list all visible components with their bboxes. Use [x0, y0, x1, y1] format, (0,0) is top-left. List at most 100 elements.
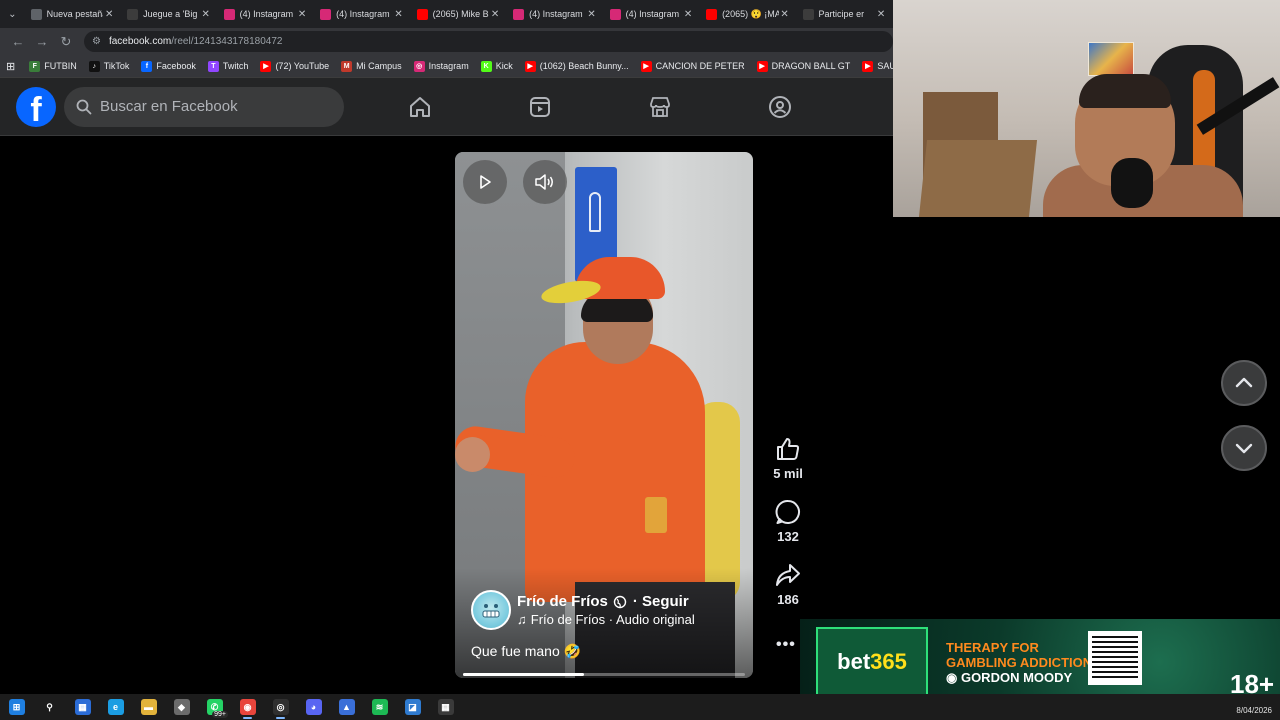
webcam-overlay — [893, 0, 1280, 217]
taskbar-button[interactable]: ▦ — [66, 694, 99, 720]
facebook-header: f — [0, 78, 999, 136]
close-tab-icon[interactable]: ✕ — [586, 9, 598, 20]
facebook-logo[interactable]: f — [16, 86, 56, 127]
taskbar-button[interactable]: ◉ — [231, 694, 264, 720]
follow-button[interactable]: · Seguir — [633, 593, 689, 610]
avatar[interactable] — [471, 590, 511, 630]
taskbar-button[interactable]: ≋ — [363, 694, 396, 720]
mute-button[interactable] — [523, 160, 567, 204]
browser-tab[interactable]: (4) Instagram ✕ — [507, 0, 603, 28]
browser-tab[interactable]: Juegue a 'Big B✕ — [121, 0, 217, 28]
restroom-sign-icon — [589, 192, 601, 232]
close-tab-icon[interactable]: ✕ — [393, 9, 405, 20]
calculator-icon: ▦ — [437, 699, 454, 715]
previous-reel-button[interactable] — [1221, 360, 1267, 406]
browser-tab[interactable]: (4) Instagram ✕ — [604, 0, 700, 28]
tab-label: Juegue a 'Big B — [143, 9, 199, 19]
taskbar-button[interactable]: e — [99, 694, 132, 720]
nav-home[interactable] — [360, 78, 480, 136]
next-reel-button[interactable] — [1221, 425, 1267, 471]
chevron-down-icon — [1235, 443, 1253, 454]
author-name[interactable]: Frío de Fríos — [517, 593, 608, 610]
browser-tab[interactable]: Nueva pestaña ✕ — [25, 0, 121, 28]
reload-icon[interactable]: ↻ — [54, 30, 78, 54]
tab-label: (4) Instagram — [239, 9, 294, 19]
forward-icon[interactable]: → — [30, 30, 54, 54]
taskbar-button[interactable]: ▦ — [429, 694, 462, 720]
bookmark-item[interactable]: F FUTBIN — [29, 60, 77, 72]
play-button[interactable] — [463, 160, 507, 204]
close-tab-icon[interactable]: ✕ — [779, 9, 791, 20]
close-tab-icon[interactable]: ✕ — [103, 9, 115, 20]
taskbar-button[interactable]: ◆ — [165, 694, 198, 720]
app-icon-3: ◪ — [404, 699, 421, 715]
bookmark-icon: K — [480, 60, 492, 72]
taskbar-button[interactable]: ▬ — [132, 694, 165, 720]
bookmark-item[interactable]: ▶ DRAGON BALL GT — [756, 60, 850, 72]
video-progress-bar[interactable] — [463, 673, 745, 676]
search-input[interactable] — [100, 98, 320, 115]
groups-icon — [769, 96, 791, 118]
store-icon: ▦ — [74, 699, 91, 715]
bookmark-icon: ♪ — [88, 60, 100, 72]
like-count: 5 mil — [773, 466, 803, 481]
tab-label: (4) Instagram — [625, 9, 680, 19]
youtube-icon — [416, 8, 428, 20]
bookmark-item[interactable]: ♪ TikTok — [88, 60, 130, 72]
ad-line-1: THERAPY FOR — [946, 640, 1039, 655]
author-line: Frío de Fríos · Seguir — [517, 593, 695, 610]
taskbar-button[interactable]: ◕ — [297, 694, 330, 720]
apps-grid-icon[interactable]: ⊞ — [6, 60, 15, 73]
close-tab-icon[interactable]: ✕ — [682, 9, 694, 20]
reel-video[interactable]: Frío de Fríos · Seguir ♫ Frío de Fríos ·… — [455, 152, 753, 678]
url-field[interactable]: ⚙ facebook.com/reel/1241343178180472 — [84, 31, 893, 52]
back-icon[interactable]: ← — [6, 30, 30, 54]
taskbar: ⊞ ⚲ ▦ e ▬ ◆ ✆ 99+ ◉ ◎ ◕ ▲ ≋ ◪ ▦ 8/04/2026 — [0, 694, 1280, 720]
close-tab-icon[interactable]: ✕ — [200, 9, 212, 20]
close-tab-icon[interactable]: ✕ — [296, 9, 308, 20]
bookmark-item[interactable]: ▶ (1062) Beach Bunny... — [524, 60, 629, 72]
url-path: /reel/1241343178180472 — [171, 36, 283, 47]
search-box[interactable] — [64, 86, 344, 127]
taskbar-button[interactable]: ▲ — [330, 694, 363, 720]
address-bar: ← → ↻ ⚙ facebook.com/reel/12413431781804… — [0, 28, 893, 55]
thumbs-up-icon — [777, 438, 800, 460]
tab-label: Nueva pestaña — [46, 9, 104, 19]
browser-tab[interactable]: (4) Instagram ✕ — [314, 0, 410, 28]
bookmark-item[interactable]: ▶SAU — [862, 60, 893, 72]
browser-tab[interactable]: Participe er ✕ — [797, 0, 893, 28]
bookmark-label: Mi Campus — [356, 61, 402, 71]
ad-line-2: GAMBLING ADDICTION — [946, 655, 1093, 670]
close-tab-icon[interactable]: ✕ — [489, 9, 501, 20]
bookmark-item[interactable]: ◎ Instagram — [413, 60, 469, 72]
webcam-poster — [1088, 42, 1134, 76]
audio-line[interactable]: ♫ Frío de Fríos · Audio original — [517, 612, 695, 627]
bookmark-item[interactable]: ▶ (72) YouTube — [260, 60, 329, 72]
taskbar-button[interactable]: ✆ 99+ — [198, 694, 231, 720]
obs-icon: ◎ — [272, 699, 289, 715]
bookmark-item[interactable]: T Twitch — [207, 60, 248, 72]
bookmark-item[interactable]: f Facebook — [141, 60, 196, 72]
search-icon — [76, 99, 92, 114]
nav-reels[interactable] — [480, 78, 600, 136]
bookmark-label: TikTok — [103, 61, 130, 71]
taskbar-button[interactable]: ◪ — [396, 694, 429, 720]
like-button[interactable]: 5 mil — [768, 436, 808, 481]
nav-marketplace[interactable] — [600, 78, 720, 136]
comment-button[interactable]: 132 — [768, 499, 808, 544]
browser-tab[interactable]: (2065) Mike B ✕ — [411, 0, 507, 28]
bookmark-item[interactable]: ▶ CANCION DE PETER — [640, 60, 745, 72]
taskbar-button[interactable]: ⚲ — [33, 694, 66, 720]
bookmark-item[interactable]: K Kick — [480, 60, 513, 72]
site-info-icon[interactable]: ⚙ — [92, 36, 101, 47]
share-button[interactable]: 186 — [768, 562, 808, 607]
bookmark-item[interactable]: M Mi Campus — [341, 60, 402, 72]
browser-tab[interactable]: (2065) 😲 ¡MA ✕ — [700, 0, 796, 28]
tab-search-icon[interactable]: ⌄ — [0, 0, 25, 28]
taskbar-button[interactable]: ⊞ — [0, 694, 33, 720]
browser-tab[interactable]: (4) Instagram ✕ — [218, 0, 314, 28]
close-tab-icon[interactable]: ✕ — [875, 9, 887, 20]
nav-groups[interactable] — [720, 78, 840, 136]
taskbar-button[interactable]: ◎ — [264, 694, 297, 720]
more-options-icon[interactable]: ••• — [776, 636, 800, 656]
